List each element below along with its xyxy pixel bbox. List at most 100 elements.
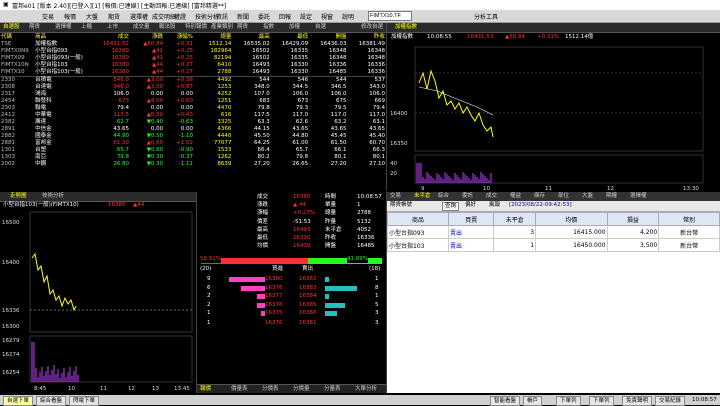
quote-tab-2[interactable]: 選擇權 xyxy=(55,24,72,31)
position-cell-side[interactable]: 賣出 xyxy=(448,238,495,252)
quote-row[interactable]: 2303 聯電 79.4 0.00 0.00 4470 79.8 79.3 79.5 79.4 xyxy=(0,105,386,112)
quote-header-cell[interactable]: 成交 xyxy=(96,34,130,41)
menu-item-0[interactable]: 交易 xyxy=(42,12,54,21)
positions-tab-0[interactable]: 交易 xyxy=(390,193,401,200)
bid-price[interactable]: 16377 xyxy=(265,293,283,300)
positions-tab-1[interactable]: 未平倉 xyxy=(414,193,431,200)
detail-tab-5[interactable]: 大單分析 xyxy=(355,386,377,393)
positions-tab-3[interactable]: 委託 xyxy=(462,193,473,200)
quote-tab-3[interactable]: 上櫃 xyxy=(81,24,92,31)
symbol-search-input[interactable] xyxy=(368,11,412,21)
positions-tab-9[interactable]: 期權 xyxy=(606,193,617,200)
quote-header-cell[interactable]: 代碼 xyxy=(0,34,34,41)
menu-item-2[interactable]: 大盤 xyxy=(86,12,98,21)
quote-row[interactable]: TSE 加權指數 16431.52 ▲50.84 +0.31 1512.14 16535.0… xyxy=(0,41,386,48)
analysis-tools-menu[interactable]: 分析工具 xyxy=(474,12,498,21)
positions-header-cell[interactable]: 未平倉 xyxy=(493,212,537,226)
position-row[interactable]: 小型台指093 賣出 3 16415.000 4,200 新台幣 xyxy=(387,225,720,239)
ask-price[interactable]: 16384 xyxy=(299,293,317,300)
window-label[interactable]: 風報 xyxy=(489,202,500,209)
positions-tab-10[interactable]: 選擇權 xyxy=(630,193,647,200)
detail-tab-0[interactable]: 報價 xyxy=(200,386,211,393)
quote-row[interactable]: 2454 聯發科 673 ▲4.00 +0.60 1251 683 673 675 669 xyxy=(0,98,386,105)
quote-header-cell[interactable]: 開盤 xyxy=(309,34,347,41)
quote-row[interactable]: 2891 中信金 43.65 0.00 0.00 4366 44.15 43.65 43.65 4… xyxy=(0,126,386,133)
quote-header-cell[interactable]: 最高 xyxy=(232,34,270,41)
quote-row[interactable]: 2308 台達電 346.0 ▲3.00 +0.87 1253 348.0 344.5 346.… xyxy=(0,84,386,91)
quote-header-cell[interactable]: 漲幅% xyxy=(164,34,194,41)
quote-row[interactable]: 2881 富邦金 61.30 ▲0.60 +1.02 77077 64.25 61.00 61.… xyxy=(0,140,386,147)
positions-header-cell[interactable]: 商品 xyxy=(387,212,450,226)
quote-row[interactable]: 2882 國泰金 44.90 ▼0.50 -1.10 4440 45.50 44.80 45.4… xyxy=(0,133,386,140)
menu-item-6[interactable]: 權證 xyxy=(174,12,186,21)
quote-tab-1[interactable]: 期貨 xyxy=(29,24,40,31)
quote-tab-11[interactable]: 加權 xyxy=(289,24,300,31)
positions-header-cell[interactable]: 幣別 xyxy=(658,212,720,226)
quote-row[interactable]: 2412 中華電 117.5 ▲0.50 +0.43 616 117.5 117.0 117.0… xyxy=(0,112,386,119)
detail-tab-3[interactable]: 分價量 xyxy=(293,386,310,393)
menu-item-11[interactable]: 回報 xyxy=(279,12,291,21)
quote-tab-6[interactable]: 戰法股 xyxy=(159,24,176,31)
quote-row[interactable]: 2317 鴻海 106.0 0.00 0.00 4252 107.0 106.0 106.0 10… xyxy=(0,91,386,98)
quote-row[interactable]: FIMTX0N9 小型台指093 16389 ▲41 +0.25 182964 16502 1… xyxy=(0,48,386,55)
quote-row[interactable]: 1303 南亞 79.8 ▼0.30 -0.37 1262 80.2 79.8 80.1 80.1 xyxy=(0,154,386,161)
quote-header-cell[interactable]: 商品 xyxy=(34,34,96,41)
detail-tab-1[interactable]: 價量表 xyxy=(231,386,248,393)
positions-tab-6[interactable]: 庫存 xyxy=(534,193,545,200)
quote-row[interactable]: FIMTX10 小型台指103(一般) 16380 ▲44 +0.27 2788 16493… xyxy=(0,69,386,77)
positions-header-cell[interactable]: 均價 xyxy=(535,212,608,226)
position-row[interactable]: 小型台指103 賣出 1 16450.000 3,500 新台幣 xyxy=(387,238,720,252)
menu-item-10[interactable]: 委託 xyxy=(258,12,270,21)
menu-item-4[interactable]: 選擇權 xyxy=(130,12,148,21)
menu-item-1[interactable]: 報價 xyxy=(64,12,76,21)
quote-row[interactable]: 2330 台積電 546.0 ▲3.00 +0.56 4492 544 546 544 537 xyxy=(0,77,386,85)
quote-row[interactable]: FIMTX09 小型台指093(一般) 16389 ▲41 +0.25 82194 1650… xyxy=(0,55,386,62)
quote-row[interactable]: 2002 中鋼 26.80 ▼0.30 -1.11 8639 27.20 26.65 27.20… xyxy=(0,161,386,168)
menu-item-5[interactable]: 成交明細 xyxy=(152,12,176,21)
position-cell-side[interactable]: 賣出 xyxy=(448,225,495,239)
ask-price[interactable]: 16382 xyxy=(299,276,317,283)
quote-header-cell[interactable]: 總量 xyxy=(194,34,232,41)
bid-price[interactable]: 16376 xyxy=(265,285,283,292)
positions-tab-7[interactable]: 部位 xyxy=(558,193,569,200)
positions-tab-4[interactable]: 成交 xyxy=(486,193,497,200)
quote-tab-8[interactable]: 產業類別 xyxy=(211,24,233,31)
quote-row[interactable]: 2382 廣達 62.7 ▼0.40 -0.63 3325 63.3 62.6 63.2 63.1 xyxy=(0,119,386,126)
quote-tab-4[interactable]: 上市 xyxy=(107,24,118,31)
tab-trend-chart[interactable]: 走勢圖 xyxy=(10,193,27,200)
quote-header-cell[interactable]: 昨收 xyxy=(348,34,386,41)
bid-price[interactable]: 16380 xyxy=(265,276,283,283)
bid-price[interactable]: 16375 xyxy=(265,310,283,317)
ask-price[interactable]: 16383 xyxy=(299,285,317,292)
menu-item-3[interactable]: 期貨 xyxy=(108,12,120,21)
detail-tab-2[interactable]: 分價表 xyxy=(262,386,279,393)
quote-tab-0[interactable]: 自選股 xyxy=(3,24,20,31)
quote-header-cell[interactable]: 最低 xyxy=(271,34,309,41)
quote-header-cell[interactable]: 漲跌 xyxy=(130,34,164,41)
menu-item-9[interactable]: 新聞 xyxy=(237,12,249,21)
menu-item-8[interactable]: 資訊 xyxy=(216,12,228,21)
ask-price[interactable]: 16386 xyxy=(299,310,317,317)
quote-row[interactable]: FIMTX10N 小型台指103 16380 ▲44 +0.27 6410 16493 163… xyxy=(0,62,386,69)
cycle-label[interactable]: 偏好 xyxy=(465,202,476,209)
positions-tab-2[interactable]: 綜合 xyxy=(438,193,449,200)
quote-row[interactable]: 1301 台塑 65.7 ▼0.60 -0.90 1533 66.4 65.7 66.1 66.3 xyxy=(0,147,386,154)
quote-tab-10[interactable]: 指數 xyxy=(263,24,274,31)
edit-watchlist-link[interactable]: 修改自選 xyxy=(361,24,383,31)
tab-technical-analysis[interactable]: 技術分析 xyxy=(42,193,64,200)
menu-item-13[interactable]: 視窗 xyxy=(321,12,333,21)
bid-price[interactable]: 16376 xyxy=(265,302,283,309)
positions-tab-8[interactable]: 大盤 xyxy=(582,193,593,200)
positions-header-cell[interactable]: 買賣 xyxy=(448,212,495,226)
positions-header-cell[interactable]: 損益 xyxy=(606,212,660,226)
quote-tab-7[interactable]: 特別報價 xyxy=(185,24,207,31)
menu-item-14[interactable]: 說明 xyxy=(342,12,354,21)
index-chart-tab[interactable]: 加權指數 xyxy=(395,24,417,31)
detail-tab-4[interactable]: 分量表 xyxy=(324,386,341,393)
positions-tab-5[interactable]: 權益 xyxy=(510,193,521,200)
quote-tab-9[interactable]: 期貨 xyxy=(237,24,248,31)
quote-tab-5[interactable]: 成交量 xyxy=(133,24,150,31)
menu-item-12[interactable]: 設定 xyxy=(300,12,312,21)
query-button[interactable]: 查詢 xyxy=(442,202,460,211)
ask-price[interactable]: 16385 xyxy=(299,302,317,309)
